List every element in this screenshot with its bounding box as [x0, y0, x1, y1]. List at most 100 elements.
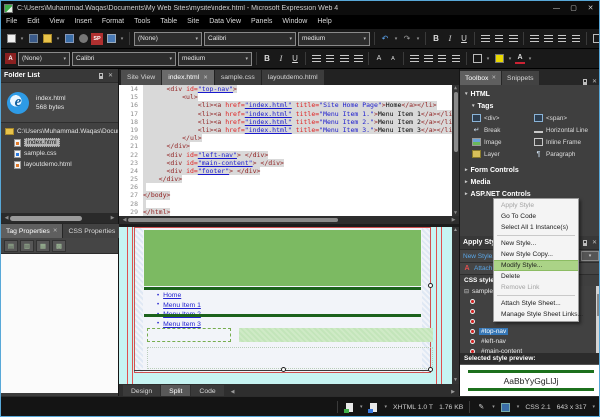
scrollbar-thumb[interactable] — [10, 216, 82, 221]
new-page-dropdown-icon[interactable]: ▾ — [19, 36, 25, 42]
style-application-dropdown-icon[interactable]: ▾ — [517, 404, 520, 410]
align-center-icon[interactable] — [493, 33, 505, 45]
dimensions-dropdown-icon[interactable]: ▾ — [592, 404, 595, 410]
menu-item-attach-style-sheet[interactable]: Attach Style Sheet... — [494, 298, 578, 309]
toolbox-item-paragraph[interactable]: ¶Paragraph — [534, 148, 596, 160]
design-page[interactable]: •Home •Menu Item 1 •Menu Item 2 •Menu It… — [134, 227, 431, 373]
left-nav-outline[interactable] — [147, 328, 231, 342]
grow-font-icon[interactable]: A — [373, 53, 385, 65]
bullet-list-icon[interactable] — [542, 33, 554, 45]
toolbox-item-image[interactable]: Image — [472, 136, 534, 148]
scroll-right-icon[interactable]: ▶ — [109, 215, 116, 221]
toolbox-item-layer[interactable]: Layer — [472, 148, 534, 160]
align-right-icon[interactable] — [507, 33, 519, 45]
design-view[interactable]: •Home •Menu Item 1 •Menu Item 2 •Menu It… — [119, 227, 459, 384]
tab-layoutdemo-html[interactable]: layoutdemo.html — [262, 70, 324, 85]
resize-handle-corner[interactable] — [428, 367, 433, 372]
outdent-icon[interactable] — [556, 33, 568, 45]
fmt-align-right-icon[interactable] — [338, 53, 350, 65]
tab-css-properties[interactable]: CSS Properties — [63, 224, 120, 238]
save-icon[interactable] — [63, 33, 75, 45]
menu-item-manage-style-sheet-links[interactable]: Manage Style Sheet Links... — [494, 309, 578, 320]
open-dropdown-icon[interactable]: ▾ — [55, 36, 61, 42]
publish-dropdown-icon[interactable]: ▾ — [360, 404, 363, 410]
tp-categorized-icon[interactable]: ▤ — [4, 240, 18, 252]
visual-aids-icon[interactable]: ✎ — [476, 402, 486, 412]
close-button[interactable]: ✕ — [582, 1, 599, 15]
page-dropdown-icon[interactable]: ▾ — [385, 404, 388, 410]
menu-format[interactable]: Format — [97, 15, 129, 29]
fmt-underline-icon[interactable]: U — [289, 53, 301, 65]
fmt-bold-icon[interactable]: B — [261, 53, 273, 65]
menu-data-view[interactable]: Data View — [204, 15, 246, 29]
tab-close-icon[interactable]: ✕ — [53, 228, 58, 234]
undo-dropdown-icon[interactable]: ▾ — [393, 36, 399, 42]
tab-index-html[interactable]: index.html✕ — [162, 70, 214, 85]
menu-file[interactable]: File — [1, 15, 22, 29]
menu-item-go-to-code[interactable]: Go To Code — [494, 211, 578, 222]
borders-icon[interactable] — [591, 33, 600, 45]
maximize-button[interactable]: ▢ — [565, 1, 582, 15]
toolbox-group-tags[interactable]: ▾Tags — [460, 100, 600, 112]
toolbox-item-inline-frame[interactable]: Inline Frame — [534, 136, 596, 148]
open-folder-icon[interactable] — [41, 33, 53, 45]
code-hscrollbar[interactable]: ◀ ▶ — [119, 216, 459, 224]
menu-item-new-style[interactable]: New Style... — [494, 238, 578, 249]
align-left-icon[interactable] — [479, 33, 491, 45]
shrink-font-icon[interactable]: A — [387, 53, 399, 65]
folder-list-hscrollbar[interactable]: ◀ ▶ — [1, 213, 118, 223]
scroll-down-icon[interactable]: ▼ — [452, 377, 459, 383]
tree-item-index[interactable]: index.html — [1, 137, 118, 148]
pin-icon[interactable] — [583, 79, 587, 85]
snapshot-dropdown-icon[interactable]: ▾ — [119, 36, 125, 42]
redo-dropdown-icon[interactable]: ▾ — [415, 36, 421, 42]
tab-toolbox[interactable]: Toolbox✕ — [460, 71, 501, 85]
fmt-font-select[interactable]: Calibri▾ — [72, 52, 176, 66]
superpreview-icon[interactable]: SP — [91, 33, 103, 45]
fmt-font-color-dropdown-icon[interactable]: ▾ — [527, 56, 533, 62]
tree-root[interactable]: C:\Users\Muhammad.Waqas\Documents\M — [1, 126, 118, 137]
menu-edit[interactable]: Edit — [22, 15, 44, 29]
options-dropdown-icon[interactable]: ▾ — [581, 251, 599, 261]
font-size-select[interactable]: medium▾ — [298, 32, 370, 46]
nav-link[interactable]: Home — [163, 292, 181, 299]
toolbox-group-form-controls[interactable]: ▸Form Controls — [460, 164, 600, 176]
toolbox-item-div[interactable]: <div> — [472, 112, 534, 124]
scroll-up-icon[interactable]: ▲ — [452, 85, 459, 91]
menu-tools[interactable]: Tools — [129, 15, 155, 29]
fmt-highlight-dropdown-icon[interactable]: ▾ — [507, 56, 513, 62]
fmt-bullet-list-icon[interactable] — [422, 53, 434, 65]
tp-summary-icon[interactable]: ▩ — [52, 240, 66, 252]
fmt-align-left-icon[interactable] — [310, 53, 322, 65]
menu-item-select-all[interactable]: Select All 1 Instance(s) — [494, 222, 578, 233]
menu-site[interactable]: Site — [182, 15, 204, 29]
fmt-font-size-select[interactable]: medium▾ — [178, 52, 252, 66]
nav-item[interactable]: •Menu Item 1 — [157, 301, 201, 311]
menu-table[interactable]: Table — [155, 15, 182, 29]
design-vscrollbar[interactable]: ▲ ▼ — [452, 227, 459, 384]
tab-snippets[interactable]: Snippets — [502, 71, 538, 85]
resize-handle-right[interactable] — [428, 283, 433, 288]
toolbox-item-horizontal-line[interactable]: Horizontal Line — [534, 124, 596, 136]
new-page-icon[interactable] — [5, 33, 17, 45]
scrollbar-thumb[interactable] — [454, 92, 458, 152]
snapshot-icon[interactable] — [105, 33, 117, 45]
tab-tag-properties[interactable]: Tag Properties✕ — [1, 224, 62, 238]
undo-icon[interactable]: ↶ — [379, 33, 391, 45]
tab-close-icon[interactable]: ✕ — [203, 75, 208, 81]
scroll-left-icon[interactable]: ◀ — [3, 215, 10, 221]
resize-handle-bottom[interactable] — [281, 367, 286, 372]
pin-icon[interactable] — [99, 73, 103, 79]
scroll-left-icon[interactable]: ◀ — [121, 217, 128, 223]
minimize-button[interactable]: — — [548, 1, 565, 15]
tab-scroll-left-icon[interactable]: ◀ — [231, 389, 235, 395]
menu-insert[interactable]: Insert — [69, 15, 97, 29]
header-block[interactable] — [144, 230, 421, 286]
fmt-borders-icon[interactable] — [471, 53, 483, 65]
dimensions-label[interactable]: 643 x 317 — [557, 404, 587, 411]
tab-sample-css[interactable]: sample.css — [215, 70, 261, 85]
font-select[interactable]: Calibri▾ — [204, 32, 296, 46]
menu-window[interactable]: Window — [277, 15, 312, 29]
fmt-outdent-icon[interactable] — [436, 53, 448, 65]
panel-close-icon[interactable]: ✕ — [590, 239, 599, 246]
